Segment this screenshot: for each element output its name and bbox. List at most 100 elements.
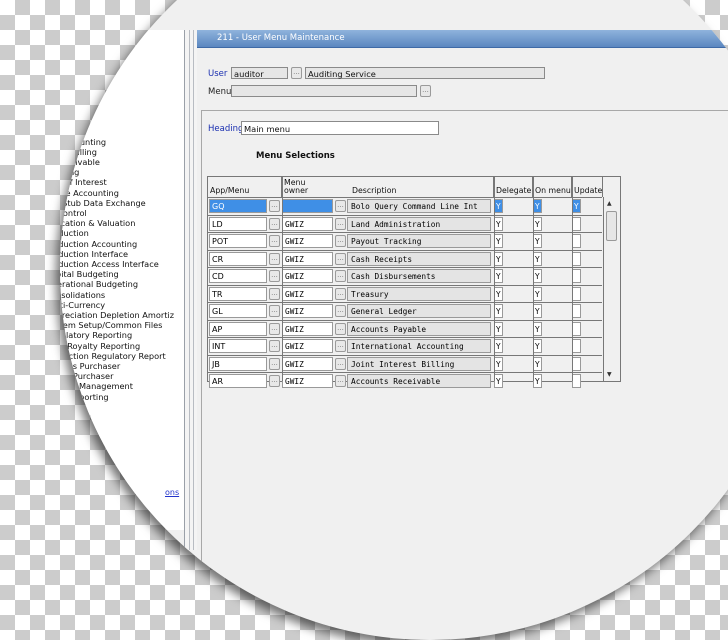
on-menu-cell[interactable]: Y xyxy=(533,356,542,371)
scroll-thumb[interactable] xyxy=(606,211,617,241)
sidebar-item[interactable]: cument Management xyxy=(60,381,174,391)
app-menu-cell[interactable]: AP xyxy=(209,321,267,336)
sidebar-item[interactable]: venue Accounting xyxy=(60,188,174,198)
app-menu-cell[interactable]: TR xyxy=(209,286,267,301)
splitter[interactable] xyxy=(184,30,198,550)
sidebar-item[interactable]: ts Receivable xyxy=(60,157,174,167)
sidebar-item[interactable]: Production Interface xyxy=(60,249,174,259)
owner-lookup-button[interactable]: ... xyxy=(335,322,346,335)
sidebar-item[interactable]: Consolidations xyxy=(60,290,174,300)
menu-owner-cell[interactable]: GWIZ xyxy=(282,234,333,248)
table-row[interactable]: INT... GWIZ... International Accounting Y Y xyxy=(208,337,602,356)
menu-owner-cell[interactable]: GWIZ xyxy=(282,269,333,283)
delegate-cell[interactable]: Y xyxy=(494,234,503,248)
app-menu-cell[interactable]: GQ xyxy=(209,199,267,213)
app-menu-cell[interactable]: INT xyxy=(209,339,267,353)
on-menu-cell[interactable]: Y xyxy=(533,251,542,266)
on-menu-cell[interactable]: Y xyxy=(533,286,542,301)
table-row[interactable]: CD... GWIZ... Cash Disbursements Y Y xyxy=(208,267,602,286)
table-row[interactable]: LD... GWIZ... Land Administration Y Y xyxy=(208,214,602,234)
sidebar-item[interactable]: estor Reporting xyxy=(60,392,174,402)
menu-owner-cell[interactable]: GWIZ xyxy=(282,321,333,336)
delegate-cell[interactable]: Y xyxy=(494,304,503,318)
delegate-cell[interactable]: Y xyxy=(494,356,503,371)
app-lookup-button[interactable]: ... xyxy=(269,287,280,300)
sidebar-item[interactable]: d First Purchaser xyxy=(60,371,174,381)
app-lookup-button[interactable]: ... xyxy=(269,217,280,230)
col-header-update[interactable]: Update xyxy=(572,177,603,197)
sidebar-item[interactable]: er xyxy=(60,116,174,126)
on-menu-cell[interactable]: Y xyxy=(533,339,542,353)
sidebar-item[interactable]: Accounting xyxy=(60,412,174,422)
sidebar-item[interactable]: e Logging xyxy=(60,443,174,453)
sidebar-item[interactable]: ership xyxy=(60,402,174,412)
sidebar-item[interactable]: nal Accounting xyxy=(60,137,174,147)
app-menu-cell[interactable]: POT xyxy=(209,234,267,248)
update-cell[interactable] xyxy=(572,339,581,353)
sidebar-item[interactable]: Production xyxy=(60,228,174,238)
owner-lookup-button[interactable]: ... xyxy=(335,287,346,300)
update-cell[interactable] xyxy=(572,356,581,371)
col-header-on-menu[interactable]: On menu xyxy=(533,177,572,197)
owner-lookup-button[interactable]: ... xyxy=(335,340,346,352)
app-menu-cell[interactable]: AR xyxy=(209,374,267,388)
delegate-cell[interactable]: Y xyxy=(494,321,503,336)
sidebar-item[interactable]: Operational Budgeting xyxy=(60,279,174,289)
table-row[interactable]: JB... GWIZ... Joint Interest Billing Y Y xyxy=(208,354,602,374)
owner-lookup-button[interactable]: ... xyxy=(335,305,346,317)
sidebar-item[interactable]: as Control xyxy=(60,208,174,218)
sidebar-item[interactable]: System Setup/Common Files xyxy=(60,320,174,330)
user-field[interactable]: auditor xyxy=(231,67,288,79)
on-menu-cell[interactable]: Y xyxy=(533,199,542,213)
app-lookup-button[interactable]: ... xyxy=(269,252,280,265)
owner-lookup-button[interactable]: ... xyxy=(335,217,346,230)
delegate-cell[interactable]: Y xyxy=(494,251,503,266)
table-row[interactable]: CR... GWIZ... Cash Receipts Y Y xyxy=(208,249,602,269)
col-header-app-menu[interactable]: App/Menu xyxy=(208,177,282,197)
sidebar-item[interactable]: nistrator xyxy=(60,433,174,443)
sidebar-item[interactable]: xs xyxy=(60,106,174,116)
on-menu-cell[interactable]: Y xyxy=(533,269,542,283)
table-row[interactable]: AP... GWIZ... Accounts Payable Y Y xyxy=(208,319,602,339)
sidebar-item[interactable]: Capital Budgeting xyxy=(60,269,174,279)
table-scrollbar[interactable]: ▲ ▼ xyxy=(603,197,620,381)
col-header-delegate[interactable]: Delegate xyxy=(494,177,533,197)
delegate-cell[interactable]: Y xyxy=(494,339,503,353)
on-menu-cell[interactable]: Y xyxy=(533,234,542,248)
menu-owner-cell[interactable]: GWIZ xyxy=(282,339,333,353)
update-cell[interactable] xyxy=(572,269,581,283)
app-lookup-button[interactable]: ... xyxy=(269,340,280,352)
owner-lookup-button[interactable]: ... xyxy=(335,252,346,265)
menu-owner-cell[interactable]: GWIZ xyxy=(282,216,333,231)
app-lookup-button[interactable]: ... xyxy=(269,305,280,317)
sidebar-item[interactable]: sion of Interest xyxy=(60,177,174,187)
heading-input[interactable]: Main menu xyxy=(241,121,439,135)
table-row[interactable]: POT... GWIZ... Payout Tracking Y Y xyxy=(208,232,602,251)
update-cell[interactable]: Y xyxy=(572,199,581,213)
menu-lookup-button[interactable]: ... xyxy=(420,85,431,97)
update-cell[interactable] xyxy=(572,304,581,318)
sidebar-item[interactable]: Production Access Interface xyxy=(60,259,174,269)
col-header-menu-owner[interactable]: Menu owner Description xyxy=(282,177,494,197)
sidebar-item[interactable]: terest Billing xyxy=(60,147,174,157)
menu-owner-cell[interactable]: GWIZ xyxy=(282,286,333,301)
sidebar-item[interactable]: Allocation & Valuation xyxy=(60,218,174,228)
sidebar-item[interactable]: Regulatory Reporting xyxy=(60,330,174,340)
delegate-cell[interactable]: Y xyxy=(494,269,503,283)
sidebar-item[interactable]: Multi-Currency xyxy=(60,300,174,310)
delegate-cell[interactable]: Y xyxy=(494,374,503,388)
menu-field[interactable] xyxy=(231,85,417,97)
sidebar-item[interactable]: ayable xyxy=(60,126,174,136)
owner-lookup-button[interactable]: ... xyxy=(335,270,346,282)
sidebar-link[interactable]: ons xyxy=(165,488,179,497)
update-cell[interactable] xyxy=(572,251,581,266)
delegate-cell[interactable]: Y xyxy=(494,286,503,301)
on-menu-cell[interactable]: Y xyxy=(533,321,542,336)
sidebar-item[interactable]: Depreciation Depletion Amortiz xyxy=(60,310,174,320)
sidebar-item[interactable]: eck Stub Data Exchange xyxy=(60,198,174,208)
app-menu-cell[interactable]: GL xyxy=(209,304,267,318)
delegate-cell[interactable]: Y xyxy=(494,199,503,213)
sidebar-item[interactable]: MMS Royalty Reporting xyxy=(60,341,174,351)
menu-owner-cell[interactable]: GWIZ xyxy=(282,356,333,371)
app-lookup-button[interactable]: ... xyxy=(269,200,280,212)
